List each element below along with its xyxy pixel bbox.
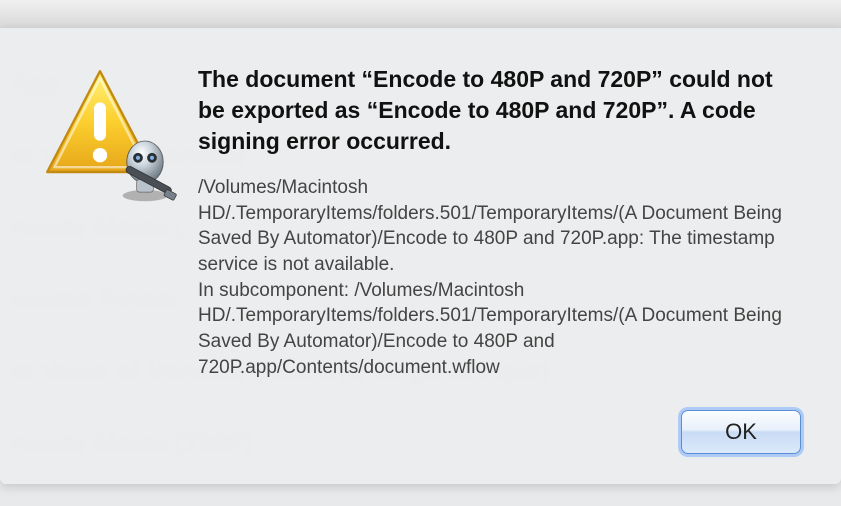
dialog-content: The document “Encode to 480P and 720P” c… xyxy=(40,56,801,454)
dialog-icon-area xyxy=(40,64,170,194)
automator-icon xyxy=(110,134,180,204)
window-titlebar xyxy=(0,0,841,29)
dialog-headline: The document “Encode to 480P and 720P” c… xyxy=(198,64,801,157)
ok-button[interactable]: OK xyxy=(681,410,801,454)
error-dialog: The document “Encode to 480P and 720P” c… xyxy=(0,28,841,484)
dialog-text-column: The document “Encode to 480P and 720P” c… xyxy=(198,56,801,454)
dialog-button-row: OK xyxy=(198,410,801,454)
dialog-body-text: /Volumes/Macintosh HD/.TemporaryItems/fo… xyxy=(198,175,801,380)
